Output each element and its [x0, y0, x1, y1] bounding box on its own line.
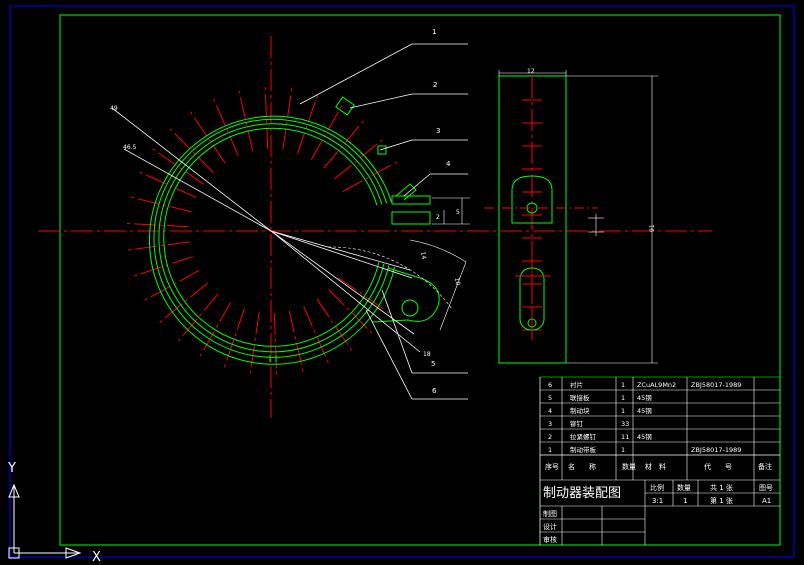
parts-cell-material: ZCuAL9Mn2 — [637, 381, 676, 389]
parts-row: 5 联接板 1 45钢 — [548, 393, 652, 402]
parts-list: 6 衬片 1 ZCuAL9Mn2 ZBJ58017-19895 联接板 1 45钢4 制动块 1 4… — [545, 380, 772, 471]
header-name: 名 称 — [568, 462, 596, 471]
rivet-center-line — [212, 96, 239, 156]
balloon-leader — [299, 43, 413, 105]
radius-leaders — [111, 107, 421, 353]
balloon-number: 4 — [446, 160, 451, 168]
header-material: 材 料 — [645, 462, 666, 471]
dim-small-a: 2 — [436, 214, 440, 221]
header-remark: 备注 — [758, 462, 772, 471]
header-code: 代 号 — [704, 462, 732, 471]
sheets-total: 共 1 张 — [710, 483, 733, 492]
balloon-number: 5 — [431, 360, 435, 368]
parts-cell-qty: 1 — [621, 381, 625, 389]
parts-cell-code: ZBJ58017-1989 — [691, 446, 741, 454]
qty-value: 1 — [683, 497, 687, 505]
parts-cell-qty: 1 — [621, 407, 625, 415]
balloon-number: 2 — [433, 81, 437, 89]
dim-height-right: 91 — [649, 224, 656, 232]
parts-cell-qty: 11 — [621, 433, 629, 441]
parts-row: 6 衬片 1 ZCuAL9Mn2 ZBJ58017-1989 — [548, 380, 741, 389]
rivet-center-line — [126, 241, 190, 251]
dim-angle-b: 10 — [453, 277, 461, 286]
rivet-center-line — [264, 85, 269, 150]
ucs-icon — [8, 483, 82, 559]
dim-angle-a: 14 — [419, 251, 427, 260]
part-balloons: 1 2 3 4 5 6 — [299, 28, 468, 400]
sign-row-draw: 制图 — [543, 509, 557, 518]
rivet-center-line — [282, 86, 293, 150]
balloon-number: 6 — [432, 387, 437, 395]
parts-cell-code: ZBJ58017-1989 — [691, 381, 741, 389]
qty-label: 数量 — [677, 483, 691, 492]
drawing-no-label: 图号 — [759, 484, 773, 492]
parts-cell-qty: 33 — [621, 420, 629, 428]
parts-cell-name: 拉紧螺钉 — [570, 432, 597, 441]
parts-cell-seq: 4 — [548, 407, 552, 415]
drawing-no: A1 — [762, 497, 771, 505]
parts-row: 1 制动带板 1 ZBJ58017-1989 — [548, 445, 741, 454]
scale-value: 3:1 — [652, 497, 663, 505]
drawing-title: 制动器装配图 — [543, 486, 621, 501]
signature-rows: 制图 设计 审核 — [543, 509, 557, 544]
balloon-number: 1 — [432, 28, 436, 36]
parts-cell-seq: 1 — [548, 446, 552, 454]
dim-radius-inner: 46.5 — [123, 144, 137, 151]
dim-radius-outer: 49 — [110, 105, 118, 112]
parts-cell-material: 45钢 — [637, 433, 652, 441]
parts-cell-material: 45钢 — [637, 407, 652, 415]
parts-cell-seq: 6 — [548, 381, 552, 389]
sign-row-review: 审核 — [543, 535, 557, 544]
rivet-center-line — [273, 312, 278, 377]
balloon-leader — [381, 289, 413, 374]
sign-row-design: 设计 — [543, 522, 557, 531]
sheet-no: 第 1 张 — [710, 496, 733, 505]
parts-cell-qty: 1 — [621, 446, 625, 454]
dim-width-top: 12 — [527, 68, 535, 75]
parts-cell-name: 铆钉 — [570, 419, 584, 428]
outer-paper-border — [9, 5, 795, 558]
parts-cell-seq: 5 — [548, 394, 552, 402]
parts-list-grid — [539, 377, 780, 545]
balloon-leader — [349, 93, 413, 109]
parts-row: 3 铆钉 33 — [548, 419, 629, 428]
parts-row: 2 拉紧螺钉 11 45钢 — [548, 432, 652, 441]
header-qty: 数量 — [622, 462, 636, 471]
balloon-number: 3 — [436, 127, 440, 135]
parts-cell-qty: 1 — [621, 394, 625, 402]
scale-label: 比例 — [650, 483, 664, 492]
parts-cell-name: 联接板 — [570, 393, 590, 402]
parts-cell-seq: 3 — [548, 420, 552, 428]
ucs-x-label: X — [92, 550, 101, 565]
rivet-center-line — [125, 222, 190, 228]
balloon-leader — [379, 139, 413, 151]
parts-cell-name: 衬片 — [570, 380, 583, 389]
header-seq: 序号 — [545, 462, 559, 471]
title-block — [539, 376, 781, 546]
ucs-y-label: Y — [7, 461, 16, 476]
dim-c: 18 — [423, 351, 431, 358]
dim-small-b: 5 — [456, 209, 460, 216]
drawing-frame — [59, 14, 781, 546]
parts-cell-name: 制动块 — [570, 406, 590, 415]
balloon-leader — [403, 173, 431, 197]
rivet-center-line — [316, 298, 354, 353]
cad-drawing-canvas[interactable]: 49 46.5 14 10 18 2 5 123456 12 91 6 衬片 1… — [0, 0, 804, 565]
parts-cell-seq: 2 — [548, 433, 552, 441]
parts-cell-material: 45钢 — [637, 394, 652, 402]
parts-row: 4 制动块 1 45钢 — [548, 406, 652, 415]
title-info: 比例 数量 共 1 张 图号 3:1 1 第 1 张 A1 — [650, 483, 773, 505]
side-view — [484, 70, 658, 364]
parts-cell-name: 制动带板 — [570, 445, 597, 454]
